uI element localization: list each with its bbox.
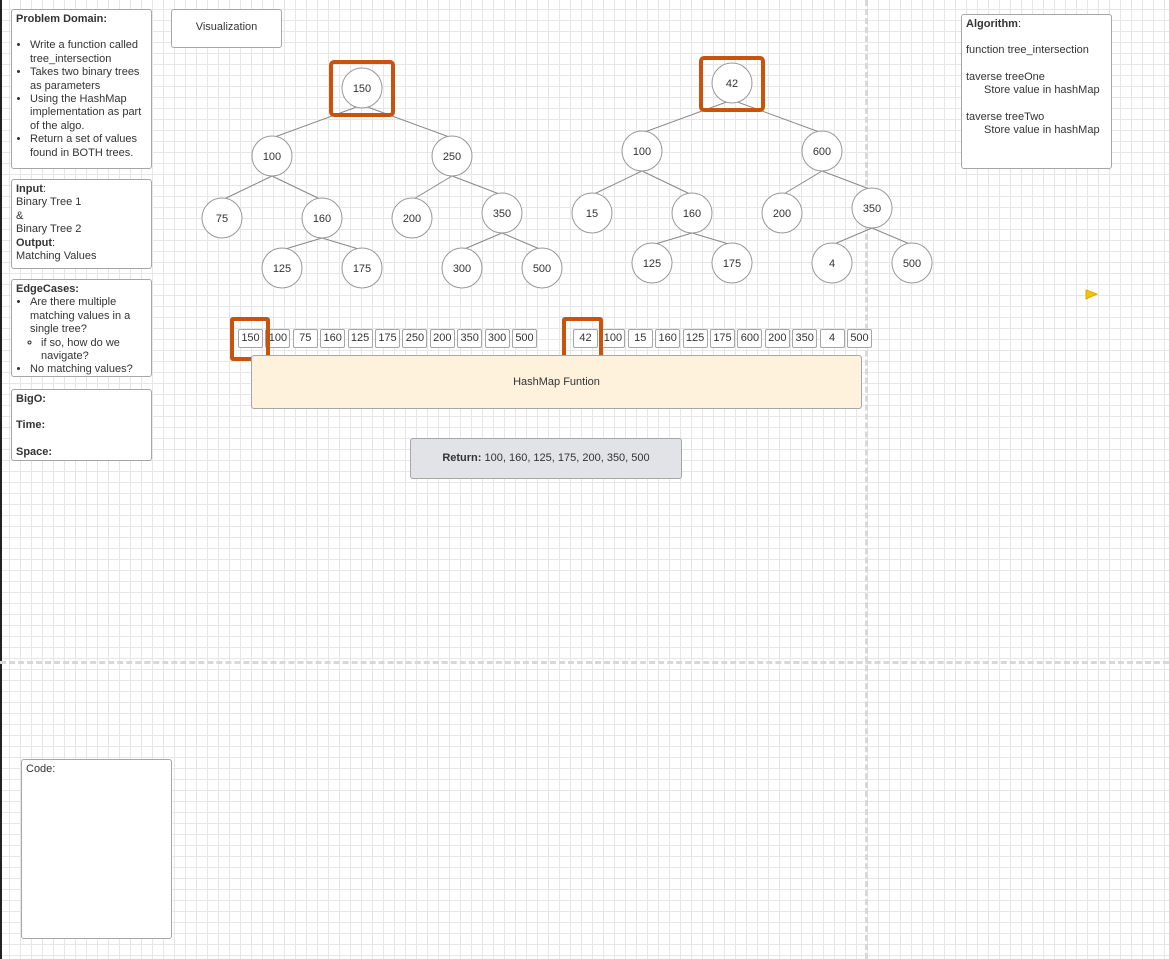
return-label: Return: <box>442 452 482 464</box>
array-two-cell[interactable]: 200 <box>764 329 790 348</box>
tree-edge <box>461 232 503 251</box>
tree-edge <box>781 170 823 196</box>
tree-node-label: 160 <box>683 208 701 220</box>
tree-node-label: 100 <box>263 151 281 163</box>
tree-node-label: 350 <box>863 203 881 215</box>
tree-edge <box>821 170 873 191</box>
tree-node-label: 500 <box>533 263 551 275</box>
array-one-cell[interactable]: 500 <box>512 329 537 348</box>
tree-edge <box>271 104 363 139</box>
array-two-cell[interactable]: 500 <box>847 329 872 348</box>
tree-edge <box>651 232 693 246</box>
array-one-cell[interactable]: 250 <box>402 329 428 348</box>
tree-node-label: 150 <box>353 83 371 95</box>
tree-node-label: 600 <box>813 146 831 158</box>
tree-edge <box>731 99 823 134</box>
array-two-cell[interactable]: 15 <box>627 329 653 348</box>
binary-trees-diagram: 150 100 250 75 160 200 350 125 175 300 500 42 100 600… <box>201 56 933 289</box>
tree-node-label: 500 <box>903 258 921 270</box>
tree-node-label: 250 <box>443 151 461 163</box>
tree-edge <box>641 99 733 134</box>
tree-edge <box>591 170 643 196</box>
tree-node-label: 125 <box>643 258 661 270</box>
tree-edge <box>641 170 693 196</box>
tree-node-label: 300 <box>453 263 471 275</box>
tree-one: 150 100 250 75 160 200 350 125 175 300 500 <box>201 60 563 289</box>
array-one-cell[interactable]: 300 <box>484 329 510 348</box>
array-two-cell[interactable]: 160 <box>655 329 681 348</box>
tree-edge <box>281 237 323 251</box>
tree-edge <box>451 175 503 196</box>
tree-node-label: 100 <box>633 146 651 158</box>
hashmap-label: HashMap Funtion <box>513 376 600 388</box>
array-two-cell[interactable]: 600 <box>737 329 763 348</box>
array-one-cell[interactable]: 75 <box>292 329 318 348</box>
code-label: Code: <box>26 763 56 775</box>
tree-edge <box>321 237 363 251</box>
tree-node-label: 200 <box>403 213 421 225</box>
tree-node-label: 15 <box>586 208 598 220</box>
tree-node-label: 175 <box>353 263 371 275</box>
array-two-cell[interactable]: 350 <box>792 329 818 348</box>
code-card[interactable]: Code: <box>21 759 172 939</box>
tree-edge <box>221 175 273 201</box>
tree-edge <box>691 232 733 246</box>
tree-edge <box>871 227 913 246</box>
tree-node-label: 42 <box>726 78 738 90</box>
array-two-cell[interactable]: 100 <box>600 329 626 348</box>
return-values: 100, 160, 125, 175, 200, 350, 500 <box>484 452 650 464</box>
tree-node-label: 75 <box>216 213 228 225</box>
array-one-cell[interactable]: 350 <box>457 329 483 348</box>
collaborator-cursor-icon <box>1085 289 1099 300</box>
hashmap-function-box[interactable]: HashMap Funtion <box>251 355 862 409</box>
tree-node-label: 160 <box>313 213 331 225</box>
tree-edge <box>361 104 453 139</box>
array-one-cell[interactable]: 125 <box>347 329 373 348</box>
tree-edge <box>271 175 323 201</box>
array-two-cell[interactable]: 125 <box>682 329 708 348</box>
tree-edge <box>411 175 453 201</box>
tree-node-label: 350 <box>493 208 511 220</box>
array-one-cell[interactable]: 160 <box>320 329 346 348</box>
tree-edge <box>831 227 873 246</box>
tree-node-label: 125 <box>273 263 291 275</box>
tree-node-label: 4 <box>829 258 835 270</box>
array-two-cell[interactable]: 175 <box>710 329 735 348</box>
array-two-cell[interactable]: 4 <box>819 329 845 348</box>
array-one-cell[interactable]: 175 <box>375 329 400 348</box>
array-one-cell[interactable]: 200 <box>429 329 455 348</box>
return-box[interactable]: Return: 100, 160, 125, 175, 200, 350, 50… <box>410 438 682 479</box>
tree-two: 42 100 600 15 160 200 350 125 175 4 500 <box>571 56 933 284</box>
tree-node-label: 200 <box>773 208 791 220</box>
tree-node-label: 175 <box>723 258 741 270</box>
tree-edge <box>501 232 543 251</box>
